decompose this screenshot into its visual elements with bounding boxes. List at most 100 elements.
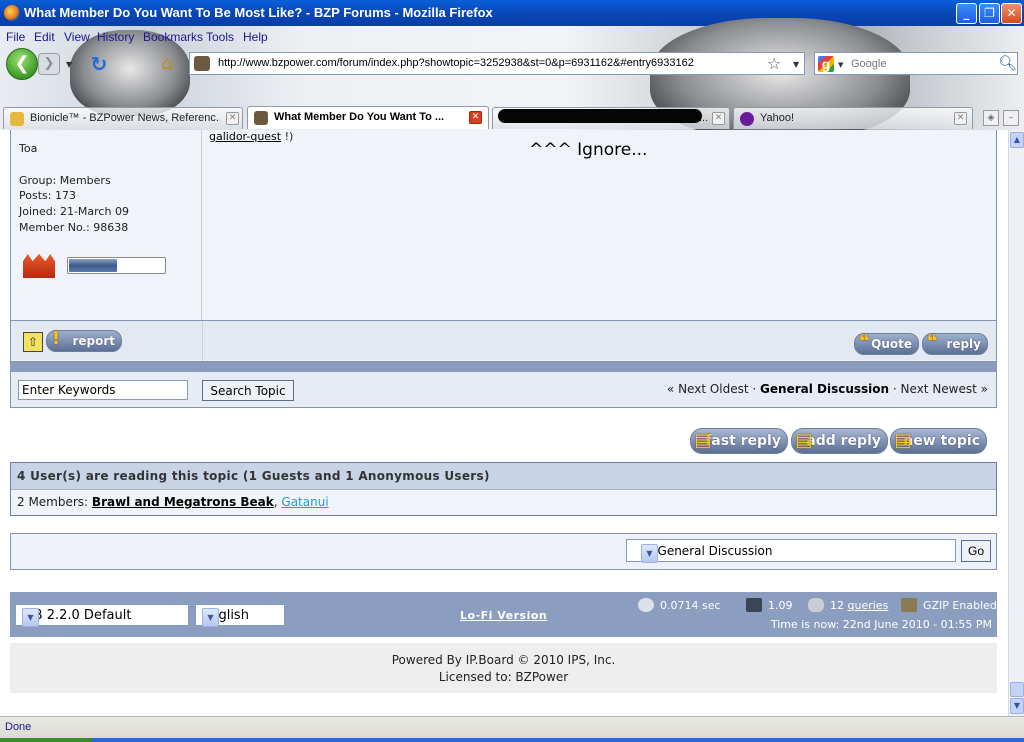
nav-separator: · (748, 382, 761, 396)
tab-menu-icon[interactable]: – (1003, 110, 1019, 126)
address-bar[interactable]: http://www.bzpower.com/forum/index.php?s… (189, 52, 805, 75)
menu-file[interactable]: File (6, 30, 25, 44)
tab-what-member[interactable]: What Member Do You Want To ... ✕ (247, 106, 489, 129)
member-group: Group: Members (19, 174, 111, 187)
chevron-down-icon[interactable]: ▼ (641, 544, 658, 563)
back-to-top-button[interactable]: ⇧ (23, 332, 43, 352)
forum-jump-select[interactable]: |-- General Discussion ▼ (626, 539, 956, 563)
scroll-thumb[interactable] (1010, 682, 1024, 697)
tab-label: Bionicle™ - BZPower News, Referenc... (30, 112, 220, 124)
rank-badge-icon (23, 254, 55, 278)
member-posts: Posts: 173 (19, 189, 76, 202)
list-all-tabs-icon[interactable]: ◈ (983, 110, 999, 126)
bookmark-star-icon[interactable]: ☆ (767, 54, 781, 73)
close-tab-icon[interactable]: ✕ (954, 112, 967, 125)
queries-link[interactable]: queries (848, 599, 889, 612)
tab-yahoo[interactable]: Yahoo! ✕ (733, 107, 973, 129)
menu-bookmarks[interactable]: Bookmarks (143, 30, 203, 44)
menu-view[interactable]: View (64, 30, 90, 44)
chevron-down-icon[interactable]: ▼ (22, 608, 39, 627)
google-engine-icon[interactable]: g (818, 56, 834, 72)
status-text: Done (5, 721, 32, 733)
history-dropdown-icon[interactable]: ▼ (66, 60, 72, 69)
search-magnifier-icon[interactable]: 🔍︎ (998, 54, 1017, 72)
new-document-icon: ▤ (894, 430, 912, 451)
report-button[interactable]: ! report (46, 328, 122, 352)
skin-select[interactable]: IPB 2.2.0 Default ▼ (15, 604, 189, 627)
server-load-value: 1.09 (768, 599, 793, 612)
site-favicon-icon (194, 56, 210, 71)
quote-bubble-icon: ❝ (858, 331, 870, 352)
database-icon (808, 598, 824, 612)
language-select[interactable]: English ▼ (195, 604, 285, 627)
back-button[interactable]: ❮ (6, 48, 38, 80)
back-arrow-icon: ❮ (14, 53, 30, 74)
vertical-scrollbar[interactable]: ▲ ▼ (1008, 130, 1024, 716)
new-topic-button[interactable]: ▤ new topic (890, 428, 987, 454)
close-tab-icon[interactable]: ✕ (469, 111, 482, 124)
next-newest-link[interactable]: Next Newest » (901, 382, 988, 396)
section-divider (10, 362, 997, 372)
member-link-brawl[interactable]: Brawl and Megatrons Beak (92, 495, 274, 509)
menu-edit[interactable]: Edit (34, 30, 55, 44)
search-bar[interactable]: g ▼ 🔍︎ (814, 52, 1018, 75)
firefox-icon (4, 5, 20, 21)
go-button[interactable]: Go (961, 540, 991, 562)
menu-tools[interactable]: Tools (206, 30, 234, 44)
reply-bubble-icon: ❝ (926, 331, 938, 352)
page-content: Toa Group: Members Posts: 173 Joined: 21… (0, 130, 1008, 716)
member-link-gatanui[interactable]: Gatanui (281, 495, 328, 509)
next-oldest-link[interactable]: « Next Oldest (667, 382, 749, 396)
home-icon: ⌂ (161, 53, 173, 74)
chevron-down-icon[interactable]: ▼ (202, 608, 219, 627)
quote-button[interactable]: ❝ Quote (854, 331, 919, 355)
monitor-icon (746, 598, 762, 612)
engine-dropdown-icon[interactable]: ▼ (838, 61, 843, 69)
forum-link[interactable]: General Discussion (760, 382, 889, 396)
signature-text: galidor-quest !) (209, 130, 293, 143)
home-button[interactable]: ⌂ (155, 53, 179, 75)
forward-arrow-icon: ❯ (43, 56, 55, 71)
tab-bionicle[interactable]: Bionicle™ - BZPower News, Referenc... ✕ (3, 107, 243, 129)
active-members-list: 2 Members: Brawl and Megatrons Beak, Gat… (17, 495, 329, 509)
active-members-row: 2 Members: Brawl and Megatrons Beak, Gat… (11, 490, 996, 515)
lofi-version-link[interactable]: Lo-Fi Version (460, 609, 547, 622)
url-dropdown-icon[interactable]: ▼ (793, 60, 799, 69)
gzip-icon (901, 598, 917, 612)
reply-label: reply (946, 337, 981, 351)
menu-history[interactable]: History (97, 30, 134, 44)
queries-stat: 12 queries (808, 598, 888, 612)
scroll-up-icon[interactable]: ▲ (1010, 132, 1024, 148)
topic-navigation: « Next Oldest · General Discussion · Nex… (667, 382, 988, 396)
fast-reply-button[interactable]: ▤ fast reply (690, 428, 788, 454)
keywords-input[interactable] (18, 380, 188, 400)
browser-chrome: File Edit View History Bookmarks Tools H… (0, 18, 1024, 138)
search-topic-button[interactable]: Search Topic (202, 380, 294, 401)
gzip-value: GZIP Enabled (923, 599, 997, 612)
menu-help[interactable]: Help (243, 30, 268, 44)
post-message: ^^^ Ignore... (529, 140, 648, 160)
galidor-quest-link[interactable]: galidor-quest (209, 130, 281, 143)
url-text[interactable]: http://www.bzpower.com/forum/index.php?s… (218, 57, 694, 69)
active-users-box: 4 User(s) are reading this topic (1 Gues… (10, 462, 997, 516)
close-tab-icon[interactable]: ✕ (712, 112, 725, 125)
status-bar: Done (0, 716, 1024, 742)
add-reply-button[interactable]: ▤ add reply (791, 428, 888, 454)
scroll-down-icon[interactable]: ▼ (1010, 698, 1024, 714)
reply-button[interactable]: ❝ reply (922, 331, 988, 355)
bzp-forum-tab-icon (254, 111, 268, 125)
redacted-tab-title (498, 109, 702, 123)
new-topic-label: new topic (903, 433, 980, 449)
powered-by-text: Powered By IP.Board © 2010 IPS, Inc. (391, 653, 616, 667)
reload-icon: ↻ (90, 52, 108, 76)
post-body: galidor-quest !) ^^^ Ignore... (203, 130, 996, 320)
web-search-input[interactable] (851, 56, 991, 72)
close-window-button[interactable]: ✕ (1001, 3, 1022, 24)
reputation-fill (69, 259, 117, 272)
maximize-button[interactable]: ❐ (979, 3, 1000, 24)
close-tab-icon[interactable]: ✕ (226, 112, 239, 125)
minimize-button[interactable]: _ (956, 3, 977, 24)
forward-button[interactable]: ❯ (38, 53, 60, 75)
document-icon: ▤ (694, 430, 712, 451)
reload-button[interactable]: ↻ (88, 53, 110, 75)
